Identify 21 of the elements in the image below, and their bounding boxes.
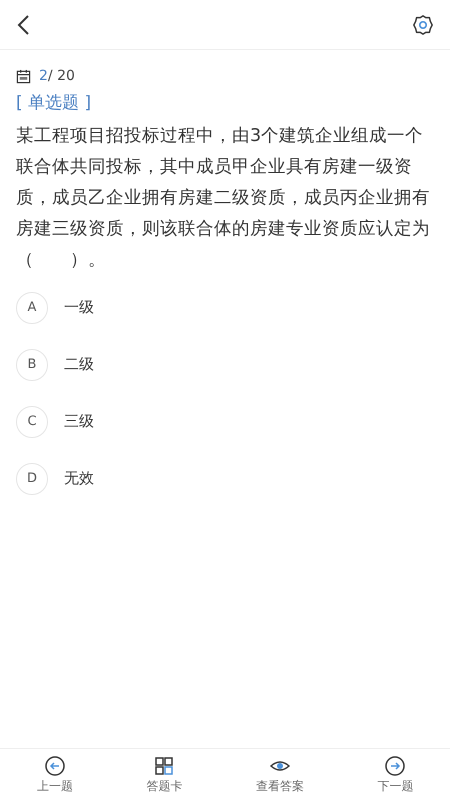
option-text[interactable]: 一级 <box>64 296 94 319</box>
question-type-label: [ 单选题 ] <box>16 92 92 115</box>
toolbar-button[interactable]: 答题卡 <box>145 754 184 796</box>
settings-icon[interactable] <box>412 14 434 36</box>
option-letter[interactable]: D <box>16 462 48 494</box>
option-letter[interactable]: A <box>16 292 48 324</box>
option-text[interactable]: 无效 <box>64 467 94 490</box>
grid-icon <box>153 754 176 776</box>
back-icon[interactable] <box>16 14 30 36</box>
arrow-left-icon <box>44 754 66 776</box>
arrow-right-icon <box>384 754 406 776</box>
question-text: 某工程项目招投标过程中，由3个建筑企业组成一个联合体共同投标，其中成员甲企业具有房建一级资质，成员乙企业拥有房建二级资质，成员丙企业拥有房建三级资质，则该联合体的房建专业资质应认定为（ ）。 <box>16 124 431 272</box>
toolbar-button[interactable]: 查看答案 <box>254 754 305 796</box>
option-letter[interactable]: C <box>16 406 48 438</box>
progress-counter: 2/ 20 <box>39 67 75 86</box>
toolbar-button[interactable]: 上一题 <box>36 754 74 796</box>
option-text[interactable]: 三级 <box>64 410 94 433</box>
calendar-icon <box>16 69 31 84</box>
option-letter[interactable]: B <box>16 348 48 380</box>
toolbar-button[interactable]: 下一题 <box>376 754 414 796</box>
option-text[interactable]: 二级 <box>64 353 94 376</box>
